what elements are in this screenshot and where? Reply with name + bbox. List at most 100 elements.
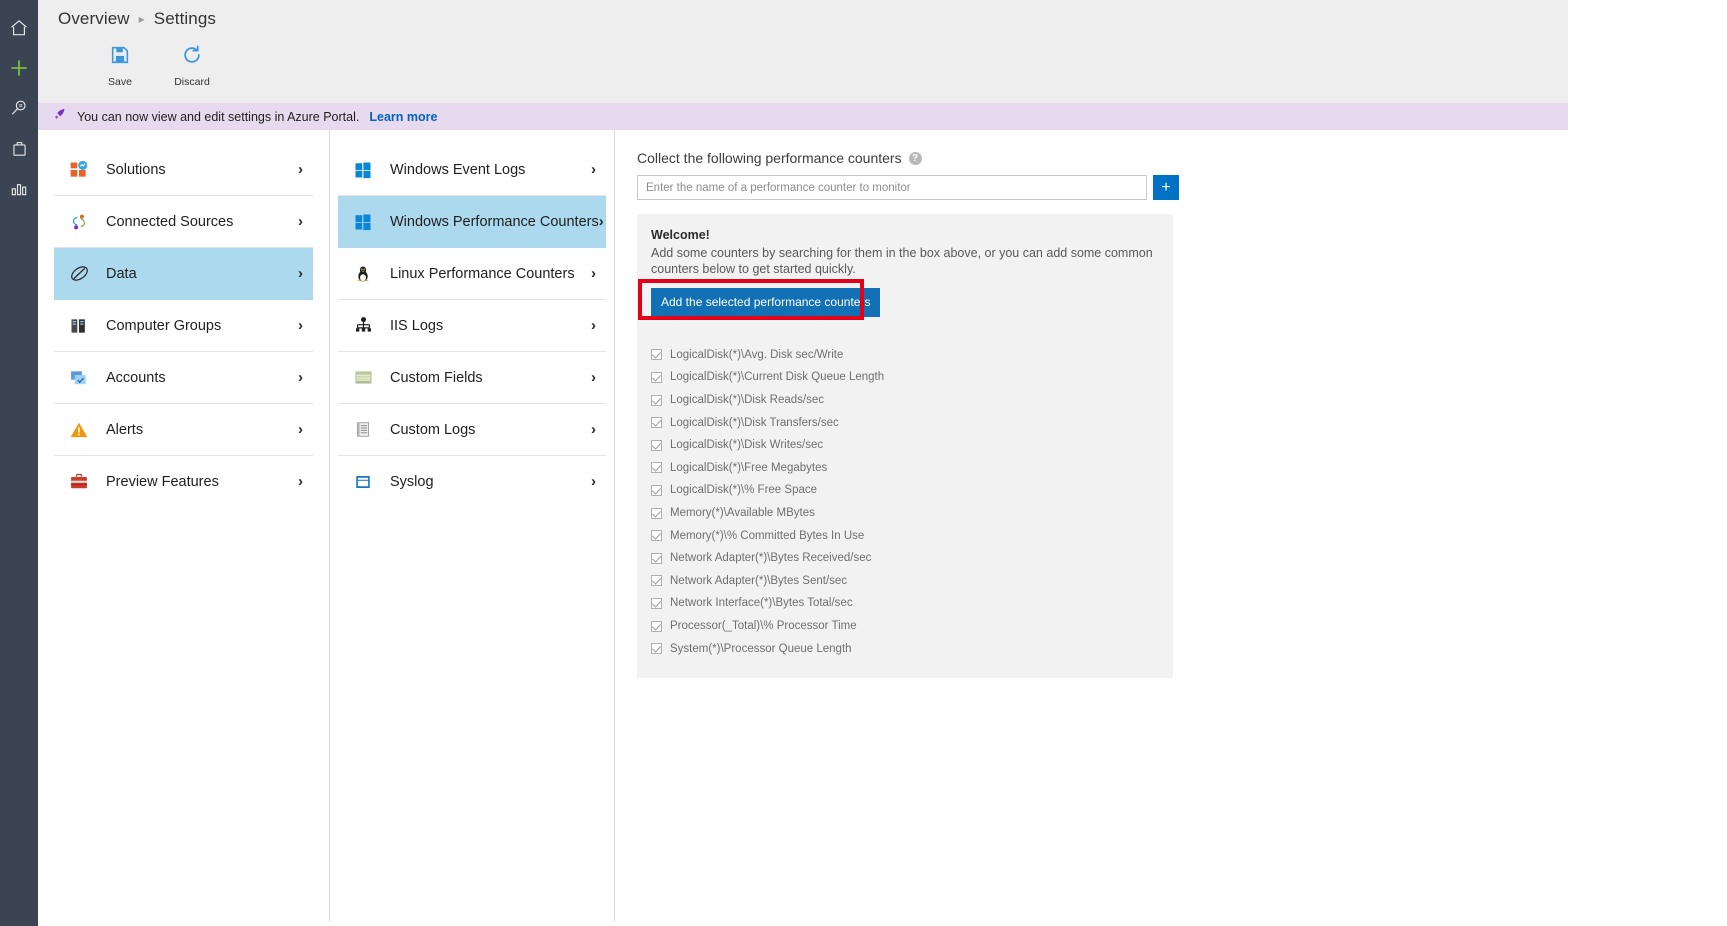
- counter-checkbox[interactable]: [651, 530, 662, 542]
- counter-checkbox[interactable]: [651, 620, 662, 632]
- counter-checkbox[interactable]: [651, 552, 662, 564]
- welcome-box: Welcome! Add some counters by searching …: [637, 214, 1173, 678]
- counter-row[interactable]: LogicalDisk(*)\Avg. Disk sec/Write: [651, 344, 1157, 367]
- sidebar-item-windows-event-logs[interactable]: Windows Event Logs ›: [338, 144, 606, 196]
- breadcrumb-separator-icon: ▸: [138, 12, 145, 26]
- sidebar-item-custom-fields[interactable]: Custom Fields ›: [338, 352, 606, 404]
- counter-label: LogicalDisk(*)\Disk Transfers/sec: [670, 416, 839, 429]
- chevron-right-icon: ›: [591, 317, 596, 334]
- counter-row[interactable]: Processor(_Total)\% Processor Time: [651, 615, 1157, 638]
- panel-title-text: Collect the following performance counte…: [637, 150, 902, 166]
- counter-checkbox[interactable]: [651, 597, 662, 609]
- counter-row[interactable]: LogicalDisk(*)\% Free Space: [651, 479, 1157, 502]
- counter-checkbox[interactable]: [651, 575, 662, 587]
- counter-checkbox[interactable]: [651, 417, 662, 429]
- add-counter-button[interactable]: +: [1153, 175, 1179, 200]
- counter-label: Network Adapter(*)\Bytes Sent/sec: [670, 574, 848, 587]
- sidebar-item-accounts[interactable]: Accounts ›: [54, 352, 313, 404]
- sidebar-item-preview-features[interactable]: Preview Features ›: [54, 456, 313, 508]
- sidebar-item-label: Alerts: [106, 421, 144, 438]
- briefcase-icon[interactable]: [0, 128, 38, 168]
- analytics-icon[interactable]: [0, 168, 38, 208]
- counter-label: Network Interface(*)\Bytes Total/sec: [670, 597, 853, 610]
- sidebar-item-label: Custom Fields: [390, 369, 483, 386]
- counter-checkbox[interactable]: [651, 371, 662, 383]
- settings-columns: Solutions › Connected Sources › Data › C…: [38, 130, 1220, 926]
- counter-row[interactable]: System(*)\Processor Queue Length: [651, 637, 1157, 660]
- chevron-right-icon: ›: [298, 213, 303, 230]
- sidebar-item-linux-performance-counters[interactable]: Linux Performance Counters ›: [338, 248, 606, 300]
- help-icon[interactable]: ?: [908, 151, 922, 165]
- counter-search-input[interactable]: [637, 175, 1147, 200]
- counter-search-row: +: [637, 175, 1192, 200]
- discard-button[interactable]: Discard: [166, 44, 218, 88]
- sidebar-item-windows-performance-counters[interactable]: Windows Performance Counters ›: [338, 196, 606, 248]
- counter-checkbox[interactable]: [651, 507, 662, 519]
- counter-row[interactable]: Network Adapter(*)\Bytes Received/sec: [651, 547, 1157, 570]
- counter-label: Memory(*)\% Committed Bytes In Use: [670, 529, 865, 542]
- counter-row[interactable]: Network Adapter(*)\Bytes Sent/sec: [651, 570, 1157, 593]
- common-counters-list: LogicalDisk(*)\Avg. Disk sec/Read Logica…: [651, 321, 1157, 660]
- custom-logs-icon: [352, 419, 374, 441]
- sidebar-item-alerts[interactable]: Alerts ›: [54, 404, 313, 456]
- data-source-column: Windows Event Logs › Windows Performance…: [330, 130, 615, 921]
- discard-icon: [181, 44, 203, 71]
- chevron-right-icon: ›: [298, 317, 303, 334]
- breadcrumb-current: Settings: [153, 9, 217, 28]
- windows-icon: [352, 159, 374, 181]
- counter-label: Network Adapter(*)\Bytes Received/sec: [670, 552, 872, 565]
- data-source-list: Windows Event Logs › Windows Performance…: [330, 130, 614, 508]
- sidebar-item-iis-logs[interactable]: IIS Logs ›: [338, 300, 606, 352]
- sidebar-item-solutions[interactable]: Solutions ›: [54, 144, 313, 196]
- settings-category-column: Solutions › Connected Sources › Data › C…: [38, 130, 330, 921]
- sidebar-item-label: Linux Performance Counters: [390, 265, 575, 282]
- counter-row[interactable]: LogicalDisk(*)\Disk Reads/sec: [651, 389, 1157, 412]
- connected-sources-icon: [68, 211, 90, 233]
- counter-label: LogicalDisk(*)\Current Disk Queue Length: [670, 371, 885, 384]
- sidebar-item-connected-sources[interactable]: Connected Sources ›: [54, 196, 313, 248]
- counter-checkbox[interactable]: [651, 349, 662, 361]
- counter-checkbox[interactable]: [651, 439, 662, 451]
- sidebar-item-label: Connected Sources: [106, 213, 234, 230]
- counter-row[interactable]: Memory(*)\% Committed Bytes In Use: [651, 524, 1157, 547]
- counter-row[interactable]: LogicalDisk(*)\Disk Transfers/sec: [651, 411, 1157, 434]
- counter-checkbox[interactable]: [651, 394, 662, 406]
- counter-row[interactable]: LogicalDisk(*)\Current Disk Queue Length: [651, 366, 1157, 389]
- counter-label: LogicalDisk(*)\% Free Space: [670, 484, 818, 497]
- counter-row[interactable]: Network Interface(*)\Bytes Total/sec: [651, 592, 1157, 615]
- sidebar-item-computer-groups[interactable]: Computer Groups ›: [54, 300, 313, 352]
- discard-button-label: Discard: [174, 76, 210, 88]
- add-selected-wrapper: Add the selected performance counters: [638, 279, 881, 320]
- save-icon: [109, 44, 131, 71]
- main-area: Overview ▸ Settings Save Discard You can…: [38, 0, 1727, 926]
- counter-row[interactable]: LogicalDisk(*)\Free Megabytes: [651, 457, 1157, 480]
- counter-checkbox[interactable]: [651, 484, 662, 496]
- sidebar-item-syslog[interactable]: Syslog ›: [338, 456, 606, 508]
- save-button[interactable]: Save: [94, 44, 146, 88]
- counter-row[interactable]: LogicalDisk(*)\Disk Writes/sec: [651, 434, 1157, 457]
- add-selected-performance-counters-button[interactable]: Add the selected performance counters: [651, 288, 881, 317]
- learn-more-link[interactable]: Learn more: [369, 110, 437, 124]
- chevron-right-icon: ›: [591, 473, 596, 490]
- data-icon: [68, 263, 90, 285]
- chevron-right-icon: ›: [591, 161, 596, 178]
- sidebar-item-custom-logs[interactable]: Custom Logs ›: [338, 404, 606, 456]
- iis-hierarchy-icon: [352, 315, 374, 337]
- linux-penguin-icon: [352, 263, 374, 285]
- create-new-icon[interactable]: [0, 48, 38, 88]
- chevron-right-icon: ›: [298, 265, 303, 282]
- counter-checkbox[interactable]: [651, 643, 662, 655]
- breadcrumb-parent[interactable]: Overview: [58, 9, 130, 29]
- chevron-right-icon: ›: [591, 421, 596, 438]
- computer-groups-icon: [68, 315, 90, 337]
- chevron-right-icon: ›: [591, 265, 596, 282]
- notification-bar: You can now view and edit settings in Az…: [38, 103, 1568, 130]
- welcome-title: Welcome!: [651, 228, 710, 242]
- home-icon[interactable]: [0, 8, 38, 48]
- windows-icon: [352, 211, 374, 233]
- syslog-icon: [352, 471, 374, 493]
- counter-checkbox[interactable]: [651, 462, 662, 474]
- sidebar-item-data[interactable]: Data ›: [54, 248, 313, 300]
- search-icon[interactable]: [0, 88, 38, 128]
- counter-row[interactable]: Memory(*)\Available MBytes: [651, 502, 1157, 525]
